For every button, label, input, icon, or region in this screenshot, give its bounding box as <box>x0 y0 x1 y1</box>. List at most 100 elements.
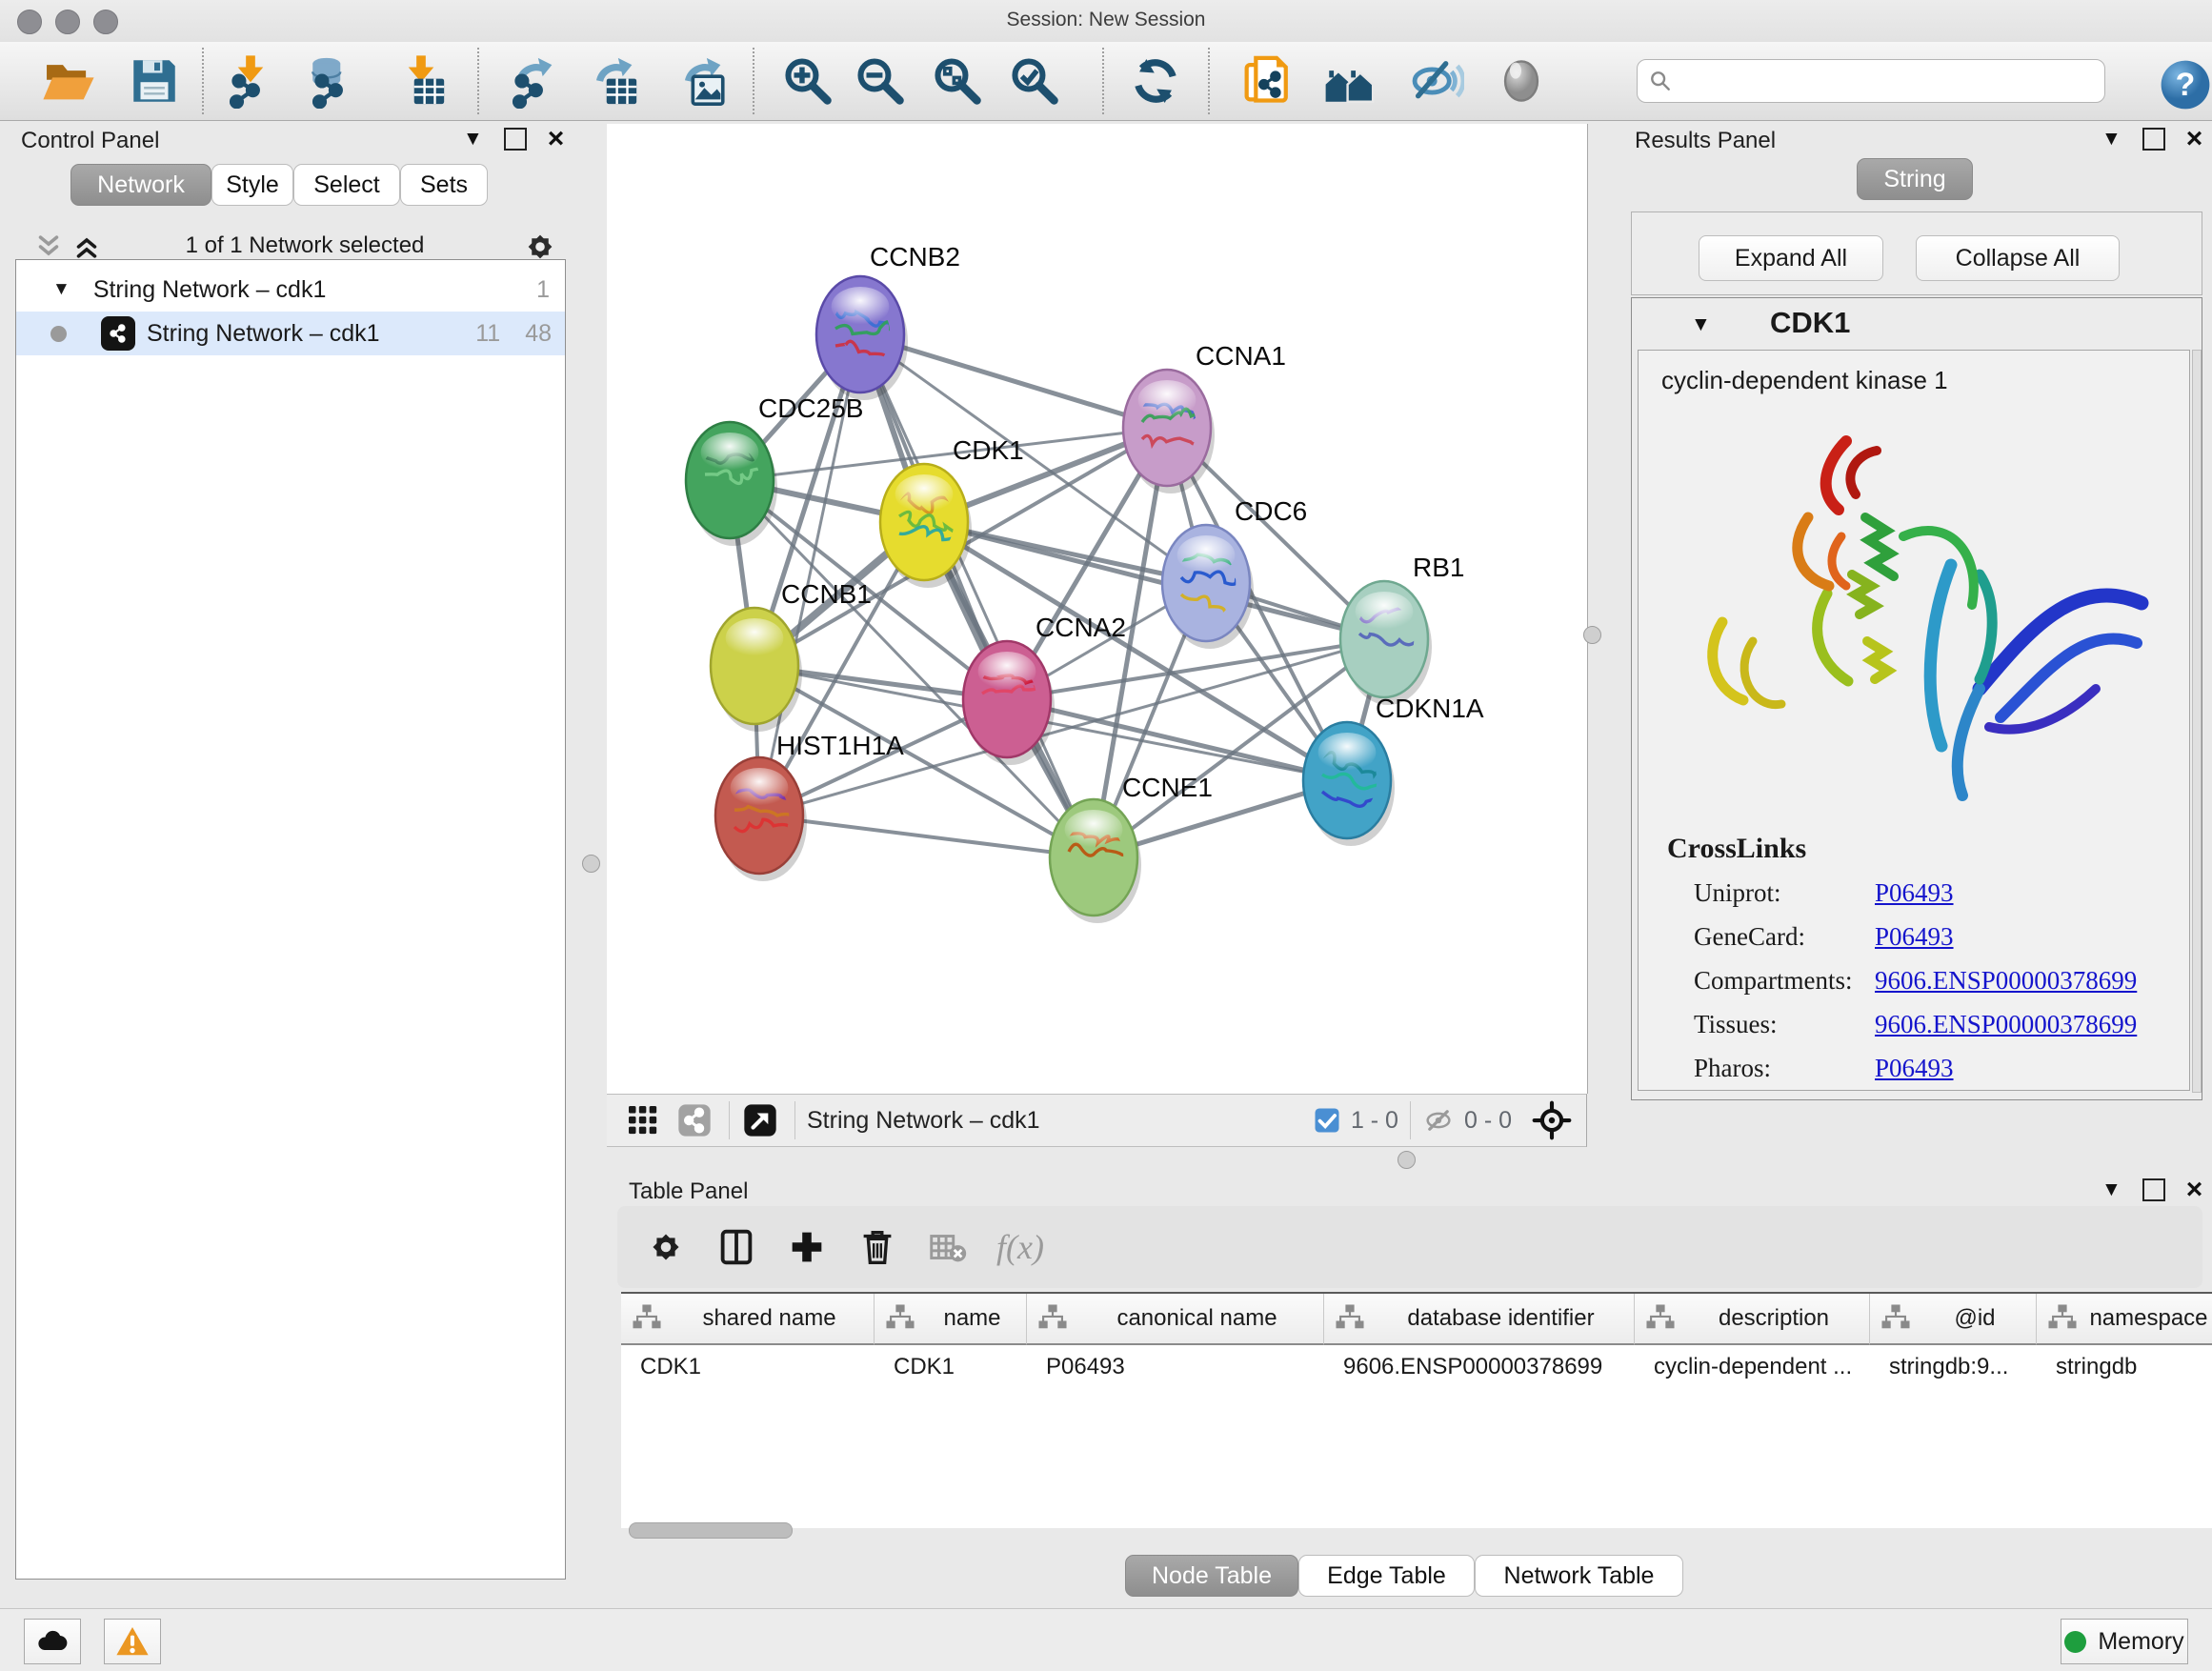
network-row-selected[interactable]: String Network – cdk1 11 48 <box>16 312 565 355</box>
node-label-CCNA2: CCNA2 <box>1036 613 1126 642</box>
crosslink-label: Uniprot: <box>1694 878 1875 908</box>
splitter-handle[interactable] <box>582 855 600 873</box>
table-panel-close-icon[interactable]: × <box>2186 1179 2203 1200</box>
column-header-shared-name[interactable]: shared name <box>621 1294 875 1345</box>
column-header-namespace[interactable]: namespace <box>2037 1294 2212 1345</box>
import-network-icon[interactable] <box>219 50 282 112</box>
crosslink-row: Tissues: 9606.ENSP00000378699 <box>1694 1002 2189 1046</box>
search-field[interactable] <box>1637 59 2105 103</box>
collapse-all-button[interactable]: Collapse All <box>1916 235 2120 281</box>
zoom-in-icon[interactable] <box>776 50 839 112</box>
network-node-CDK1[interactable] <box>880 464 975 588</box>
refresh-icon[interactable] <box>1124 50 1187 112</box>
open-session-icon[interactable] <box>37 50 100 112</box>
table-cell[interactable]: CDK1 <box>875 1345 1027 1389</box>
export-image-icon[interactable] <box>671 50 734 112</box>
show-columns-icon[interactable] <box>714 1225 758 1269</box>
help-button[interactable]: ? <box>2154 53 2212 116</box>
expand-all-button[interactable]: Expand All <box>1699 235 1883 281</box>
cloud-button[interactable] <box>24 1619 81 1664</box>
network-edge[interactable] <box>924 522 1384 639</box>
table-cell[interactable]: CDK1 <box>621 1345 875 1389</box>
network-node-CCNB2[interactable] <box>816 276 908 400</box>
grid-view-icon[interactable] <box>624 1101 662 1139</box>
save-session-icon[interactable] <box>123 50 186 112</box>
network-node-HIST1H1A[interactable] <box>715 757 809 881</box>
string-home-icon[interactable] <box>1318 50 1381 112</box>
network-canvas[interactable]: CCNB2CCNA1CDC25BCDK1CDC6RB1CCNB1CCNA2CDK… <box>607 124 1588 1094</box>
column-header-name[interactable]: name <box>875 1294 1027 1345</box>
tab-network-table[interactable]: Network Table <box>1475 1555 1683 1597</box>
table-cell[interactable]: stringdb <box>2037 1345 2212 1389</box>
show-glass-icon[interactable] <box>1490 50 1553 112</box>
tab-node-table[interactable]: Node Table <box>1125 1555 1298 1597</box>
table-cell[interactable]: cyclin-dependent ... <box>1635 1345 1870 1389</box>
network-node-CDKN1A[interactable] <box>1303 722 1399 846</box>
string-import-icon[interactable] <box>1234 50 1297 112</box>
tab-select[interactable]: Select <box>293 164 400 206</box>
network-tree: ▼ String Network – cdk1 1 String Network… <box>15 259 566 1580</box>
control-panel-maximize-icon[interactable] <box>504 128 527 151</box>
tab-sets[interactable]: Sets <box>400 164 488 206</box>
import-table-icon[interactable] <box>390 50 452 112</box>
export-network-icon[interactable] <box>502 50 565 112</box>
tab-style[interactable]: Style <box>211 164 293 206</box>
import-database-icon[interactable] <box>302 50 365 112</box>
table-panel-float-icon[interactable]: ▼ <box>2101 1178 2122 1201</box>
fit-selected-crosshair-icon[interactable] <box>1531 1099 1573 1141</box>
selected-checkbox-icon[interactable] <box>1313 1106 1341 1135</box>
column-header-canonical-name[interactable]: canonical name <box>1027 1294 1324 1345</box>
crosslink-link[interactable]: 9606.ENSP00000378699 <box>1875 966 2137 996</box>
network-node-CDC6[interactable] <box>1162 525 1254 649</box>
collection-expand-icon[interactable]: ▼ <box>52 279 70 300</box>
tab-string[interactable]: String <box>1857 158 1973 200</box>
column-header--id[interactable]: @id <box>1870 1294 2037 1345</box>
splitter-handle[interactable] <box>1398 1151 1416 1169</box>
table-cell[interactable]: 9606.ENSP00000378699 <box>1324 1345 1635 1389</box>
results-panel-maximize-icon[interactable] <box>2142 128 2165 151</box>
network-collection-row[interactable]: ▼ String Network – cdk1 1 <box>16 268 565 312</box>
export-table-icon[interactable] <box>582 50 645 112</box>
crosslink-row: Pharos: P06493 <box>1694 1046 2189 1090</box>
enhanced-labels-icon[interactable] <box>1405 50 1468 112</box>
zoom-selected-icon[interactable] <box>1003 50 1066 112</box>
memory-label: Memory <box>2098 1628 2183 1656</box>
zoom-out-icon[interactable] <box>849 50 912 112</box>
delete-column-trash-icon[interactable] <box>855 1225 899 1269</box>
current-network-dot-icon <box>50 326 67 342</box>
table-settings-gear-icon[interactable] <box>644 1225 688 1269</box>
results-panel-float-icon[interactable]: ▼ <box>2101 128 2122 151</box>
network-overview-icon[interactable] <box>675 1101 714 1139</box>
network-node-CCNB1[interactable] <box>711 608 802 732</box>
column-header-database-identifier[interactable]: database identifier <box>1324 1294 1635 1345</box>
network-node-CCNE1[interactable] <box>1050 799 1141 923</box>
crosslink-link[interactable]: 9606.ENSP00000378699 <box>1875 1010 2137 1039</box>
column-header-description[interactable]: description <box>1635 1294 1870 1345</box>
tab-network[interactable]: Network <box>70 164 211 206</box>
results-scrollbar[interactable] <box>2192 350 2202 1093</box>
zoom-fit-icon[interactable] <box>926 50 989 112</box>
search-input[interactable] <box>1674 68 2078 94</box>
network-node-CCNA2[interactable] <box>963 641 1055 765</box>
hidden-eye-icon[interactable] <box>1422 1104 1455 1137</box>
control-panel-close-icon[interactable]: × <box>548 129 565 150</box>
gene-expand-icon[interactable]: ▼ <box>1691 313 1711 336</box>
memory-button[interactable]: Memory <box>2061 1619 2188 1664</box>
table-hscrollbar-thumb[interactable] <box>629 1522 793 1539</box>
results-panel-close-icon[interactable]: × <box>2186 129 2203 150</box>
birdseye-view-icon[interactable] <box>741 1101 779 1139</box>
splitter-handle[interactable] <box>1583 626 1601 644</box>
crosslink-link[interactable]: P06493 <box>1875 1054 1954 1083</box>
table-cell[interactable]: P06493 <box>1027 1345 1324 1389</box>
warning-button[interactable] <box>104 1619 161 1664</box>
crosslink-link[interactable]: P06493 <box>1875 878 1954 908</box>
tab-edge-table[interactable]: Edge Table <box>1298 1555 1475 1597</box>
table-cell[interactable]: stringdb:9... <box>1870 1345 2037 1389</box>
control-panel-float-icon[interactable]: ▼ <box>463 128 483 151</box>
table-panel-maximize-icon[interactable] <box>2142 1178 2165 1201</box>
network-edge[interactable] <box>860 334 1094 857</box>
crosslink-link[interactable]: P06493 <box>1875 922 1954 952</box>
create-column-plus-icon[interactable] <box>785 1225 829 1269</box>
network-edge[interactable] <box>759 815 1094 857</box>
network-node-RB1[interactable] <box>1340 581 1434 705</box>
